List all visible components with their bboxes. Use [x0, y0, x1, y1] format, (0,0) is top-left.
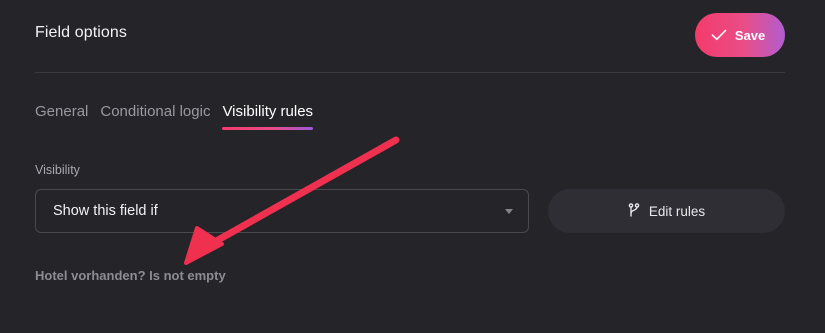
visibility-select[interactable]: Show this field if — [35, 189, 529, 233]
edit-rules-label: Edit rules — [648, 203, 706, 219]
panel-title: Field options — [35, 24, 128, 41]
field-options-panel: Field options Save General Conditional l… — [0, 0, 825, 333]
tab-conditional-logic[interactable]: Conditional logic — [100, 103, 210, 130]
tab-visibility-rules[interactable]: Visibility rules — [222, 103, 313, 130]
tab-general[interactable]: General — [35, 103, 88, 130]
save-button-label: Save — [734, 27, 766, 43]
branch-icon — [628, 202, 640, 220]
visibility-select-value: Show this field if — [53, 203, 158, 219]
chevron-down-icon — [505, 209, 513, 214]
checkmark-icon — [711, 29, 727, 41]
edit-rules-button[interactable]: Edit rules — [548, 189, 785, 233]
header-divider — [35, 72, 785, 73]
save-button[interactable]: Save — [695, 13, 785, 57]
rule-summary: Hotel vorhanden? Is not empty — [35, 268, 226, 283]
tab-bar: General Conditional logic Visibility rul… — [35, 103, 313, 130]
visibility-label: Visibility — [35, 163, 80, 177]
